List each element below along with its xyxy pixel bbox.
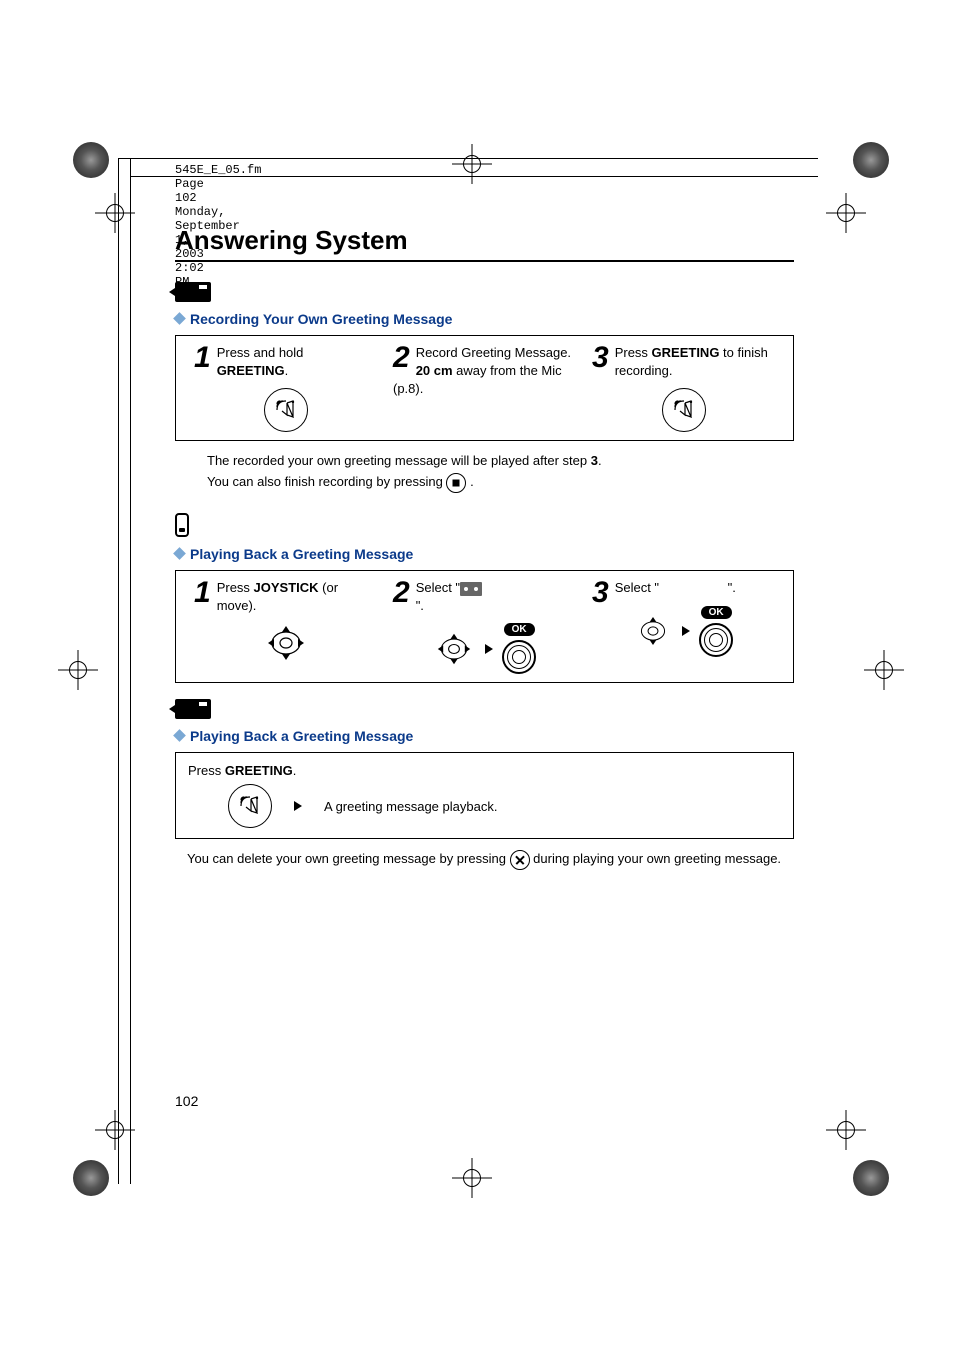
page-frame-line xyxy=(118,158,119,1184)
section3-heading: Playing Back a Greeting Message xyxy=(175,728,794,744)
step-number: 3 xyxy=(592,344,609,371)
dial-button-icon xyxy=(502,640,536,674)
step-2: 2 Select "". OK xyxy=(385,579,584,674)
register-mark-icon xyxy=(853,1160,889,1196)
register-mark-icon xyxy=(73,142,109,178)
step-1: 1 Press JOYSTICK (or move). xyxy=(186,579,385,674)
step-3: 3 Select " ". OK xyxy=(584,579,783,674)
diamond-bullet-icon xyxy=(173,547,186,560)
crop-mark-icon xyxy=(58,650,98,690)
section3-box: Press GREETING. A greeting message playb… xyxy=(175,752,794,839)
step-number: 2 xyxy=(393,344,410,371)
diamond-bullet-icon xyxy=(173,729,186,742)
greeting-button-icon xyxy=(264,388,308,432)
arrow-right-icon xyxy=(294,801,302,811)
register-mark-icon xyxy=(73,1160,109,1196)
ok-button-icon: OK xyxy=(701,606,732,619)
section2-heading: Playing Back a Greeting Message xyxy=(175,546,794,562)
register-mark-icon xyxy=(853,142,889,178)
crop-mark-icon xyxy=(452,1158,492,1198)
crop-mark-icon xyxy=(826,193,866,233)
section2-steps: 1 Press JOYSTICK (or move). 2 Select "".… xyxy=(175,570,794,683)
section1-steps: 1 Press and hold GREETING. 2 Record Gree… xyxy=(175,335,794,441)
greeting-button-icon xyxy=(662,388,706,432)
section1-note: The recorded your own greeting message w… xyxy=(207,451,794,493)
page-frame-line xyxy=(130,158,131,1184)
arrow-right-icon xyxy=(682,626,690,636)
arrow-right-icon xyxy=(485,644,493,654)
step-number: 3 xyxy=(592,579,609,606)
section1-heading: Recording Your Own Greeting Message xyxy=(175,311,794,327)
step-3: 3 Press GREETING to finish recording. xyxy=(584,344,783,432)
crop-mark-icon xyxy=(95,193,135,233)
step-number: 1 xyxy=(194,579,211,606)
ok-button-icon: OK xyxy=(504,623,535,636)
crop-mark-icon xyxy=(452,144,492,184)
step-1: 1 Press and hold GREETING. xyxy=(186,344,385,432)
dial-button-icon xyxy=(699,623,733,657)
title-rule xyxy=(175,260,794,262)
base-unit-icon xyxy=(175,699,211,719)
page-number: 102 xyxy=(175,1093,198,1109)
crop-mark-icon xyxy=(826,1110,866,1150)
diamond-bullet-icon xyxy=(173,312,186,325)
page-title: Answering System xyxy=(175,225,794,256)
tape-icon xyxy=(460,582,482,596)
step-number: 1 xyxy=(194,344,211,371)
crop-mark-icon xyxy=(95,1110,135,1150)
stop-button-icon xyxy=(446,473,466,493)
joystick-vertical-icon xyxy=(634,613,672,649)
section3-result: A greeting message playback. xyxy=(324,799,497,814)
step-number: 2 xyxy=(393,579,410,606)
delete-button-icon xyxy=(510,850,530,870)
joystick-icon xyxy=(433,631,475,667)
joystick-icon xyxy=(263,623,309,663)
greeting-button-icon xyxy=(228,784,272,828)
page-frame-line xyxy=(118,158,818,159)
handset-icon xyxy=(175,513,189,537)
section3-note: You can delete your own greeting message… xyxy=(187,849,794,870)
crop-mark-icon xyxy=(864,650,904,690)
step-2: 2 Record Greeting Message. 20 cm away fr… xyxy=(385,344,584,432)
base-unit-icon xyxy=(175,282,211,302)
